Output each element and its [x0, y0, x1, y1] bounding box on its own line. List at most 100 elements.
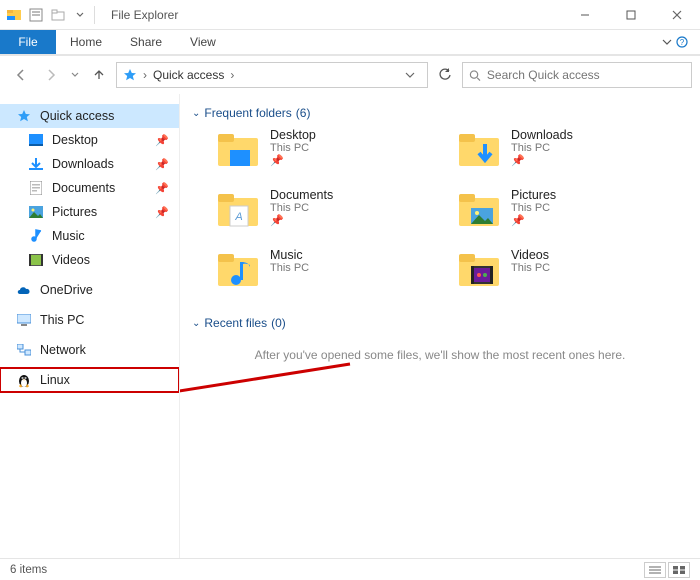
nav-label: Quick access — [40, 109, 114, 123]
nav-label: Videos — [52, 253, 90, 267]
svg-text:?: ? — [680, 38, 685, 47]
folder-meta: Documents This PC 📌 — [270, 188, 333, 227]
nav-downloads[interactable]: Downloads 📌 — [0, 152, 179, 176]
folder-name: Downloads — [511, 128, 573, 142]
refresh-button[interactable] — [432, 62, 458, 88]
view-switcher — [644, 562, 690, 578]
annotation-arrow — [180, 354, 370, 414]
close-button[interactable] — [654, 0, 700, 30]
chevron-down-icon — [662, 37, 672, 47]
search-icon — [469, 69, 481, 82]
network-icon — [16, 342, 32, 358]
folder-location: This PC — [270, 262, 309, 274]
nav-network[interactable]: Network — [0, 338, 179, 362]
folder-icon — [216, 128, 260, 172]
folder-icon — [457, 248, 501, 292]
folder-meta: Music This PC — [270, 248, 309, 274]
folder-icon — [457, 188, 501, 232]
quick-access-toolbar — [0, 7, 88, 23]
recent-files-empty-message: After you've opened some files, we'll sh… — [192, 348, 688, 362]
folder-name: Desktop — [270, 128, 316, 142]
chevron-down-icon: ⌄ — [192, 318, 200, 329]
pin-icon: 📌 — [511, 214, 556, 227]
recent-locations-button[interactable] — [68, 62, 82, 88]
folder-tile-videos[interactable]: Videos This PC — [457, 248, 688, 302]
section-title: Frequent folders — [204, 106, 291, 120]
frequent-folders-header[interactable]: ⌄ Frequent folders (6) — [192, 106, 688, 120]
nav-desktop[interactable]: Desktop 📌 — [0, 128, 179, 152]
back-button[interactable] — [8, 62, 34, 88]
folder-meta: Videos This PC — [511, 248, 550, 274]
section-title: Recent files — [204, 316, 267, 330]
folder-location: This PC — [511, 262, 550, 274]
up-button[interactable] — [86, 62, 112, 88]
breadcrumb-location[interactable]: Quick access — [153, 68, 224, 82]
folder-tile-downloads[interactable]: Downloads This PC 📌 — [457, 128, 688, 182]
qat-dropdown-icon[interactable] — [72, 7, 88, 23]
pin-icon: 📌 — [270, 154, 316, 167]
properties-icon[interactable] — [28, 7, 44, 23]
nav-label: Music — [52, 229, 85, 243]
nav-videos[interactable]: Videos — [0, 248, 179, 272]
pin-icon: 📌 — [155, 182, 169, 195]
file-tab[interactable]: File — [0, 30, 56, 54]
ribbon-collapse[interactable]: ? — [650, 30, 700, 54]
pc-icon — [16, 312, 32, 328]
star-icon — [123, 68, 137, 82]
address-row: › Quick access › — [0, 56, 700, 94]
nav-pictures[interactable]: Pictures 📌 — [0, 200, 179, 224]
star-icon — [16, 108, 32, 124]
pin-icon: 📌 — [155, 134, 169, 147]
folder-icon — [457, 128, 501, 172]
nav-music[interactable]: Music — [0, 224, 179, 248]
nav-quick-access[interactable]: Quick access — [0, 104, 179, 128]
tab-share[interactable]: Share — [116, 30, 176, 54]
body: Quick access Desktop 📌 Downloads 📌 Docum… — [0, 94, 700, 558]
linux-tux-icon — [16, 372, 32, 388]
folder-tile-music[interactable]: Music This PC — [216, 248, 447, 302]
onedrive-icon — [16, 282, 32, 298]
search-box[interactable] — [462, 62, 692, 88]
help-icon[interactable]: ? — [676, 36, 688, 48]
nav-label: Desktop — [52, 133, 98, 147]
new-folder-icon[interactable] — [50, 7, 66, 23]
folder-meta: Pictures This PC 📌 — [511, 188, 556, 227]
folder-tile-pictures[interactable]: Pictures This PC 📌 — [457, 188, 688, 242]
tab-view[interactable]: View — [176, 30, 230, 54]
nav-documents[interactable]: Documents 📌 — [0, 176, 179, 200]
forward-button[interactable] — [38, 62, 64, 88]
navigation-pane: Quick access Desktop 📌 Downloads 📌 Docum… — [0, 94, 180, 558]
large-icons-view-button[interactable] — [668, 562, 690, 578]
nav-label: Documents — [52, 181, 115, 195]
breadcrumb-sep: › — [143, 68, 147, 82]
divider — [94, 6, 95, 24]
recent-files-header[interactable]: ⌄ Recent files (0) — [192, 316, 688, 330]
folder-location: This PC — [270, 202, 333, 214]
details-view-button[interactable] — [644, 562, 666, 578]
status-bar: 6 items — [0, 558, 700, 580]
nav-linux[interactable]: Linux — [0, 368, 179, 392]
nav-label: This PC — [40, 313, 84, 327]
folder-meta: Downloads This PC 📌 — [511, 128, 573, 167]
svg-text:A: A — [234, 211, 242, 223]
folder-icon: A — [216, 188, 260, 232]
minimize-button[interactable] — [562, 0, 608, 30]
address-dropdown[interactable] — [399, 70, 421, 80]
folder-location: This PC — [511, 142, 573, 154]
tab-home[interactable]: Home — [56, 30, 116, 54]
folder-location: This PC — [270, 142, 316, 154]
documents-icon — [28, 180, 44, 196]
desktop-icon — [28, 132, 44, 148]
videos-icon — [28, 252, 44, 268]
maximize-button[interactable] — [608, 0, 654, 30]
folder-tile-desktop[interactable]: Desktop This PC 📌 — [216, 128, 447, 182]
folder-meta: Desktop This PC 📌 — [270, 128, 316, 167]
search-input[interactable] — [487, 68, 685, 82]
folder-name: Documents — [270, 188, 333, 202]
address-bar[interactable]: › Quick access › — [116, 62, 428, 88]
window-title: File Explorer — [111, 8, 178, 22]
nav-this-pc[interactable]: This PC — [0, 308, 179, 332]
folder-tile-documents[interactable]: A Documents This PC 📌 — [216, 188, 447, 242]
nav-label: OneDrive — [40, 283, 93, 297]
nav-onedrive[interactable]: OneDrive — [0, 278, 179, 302]
